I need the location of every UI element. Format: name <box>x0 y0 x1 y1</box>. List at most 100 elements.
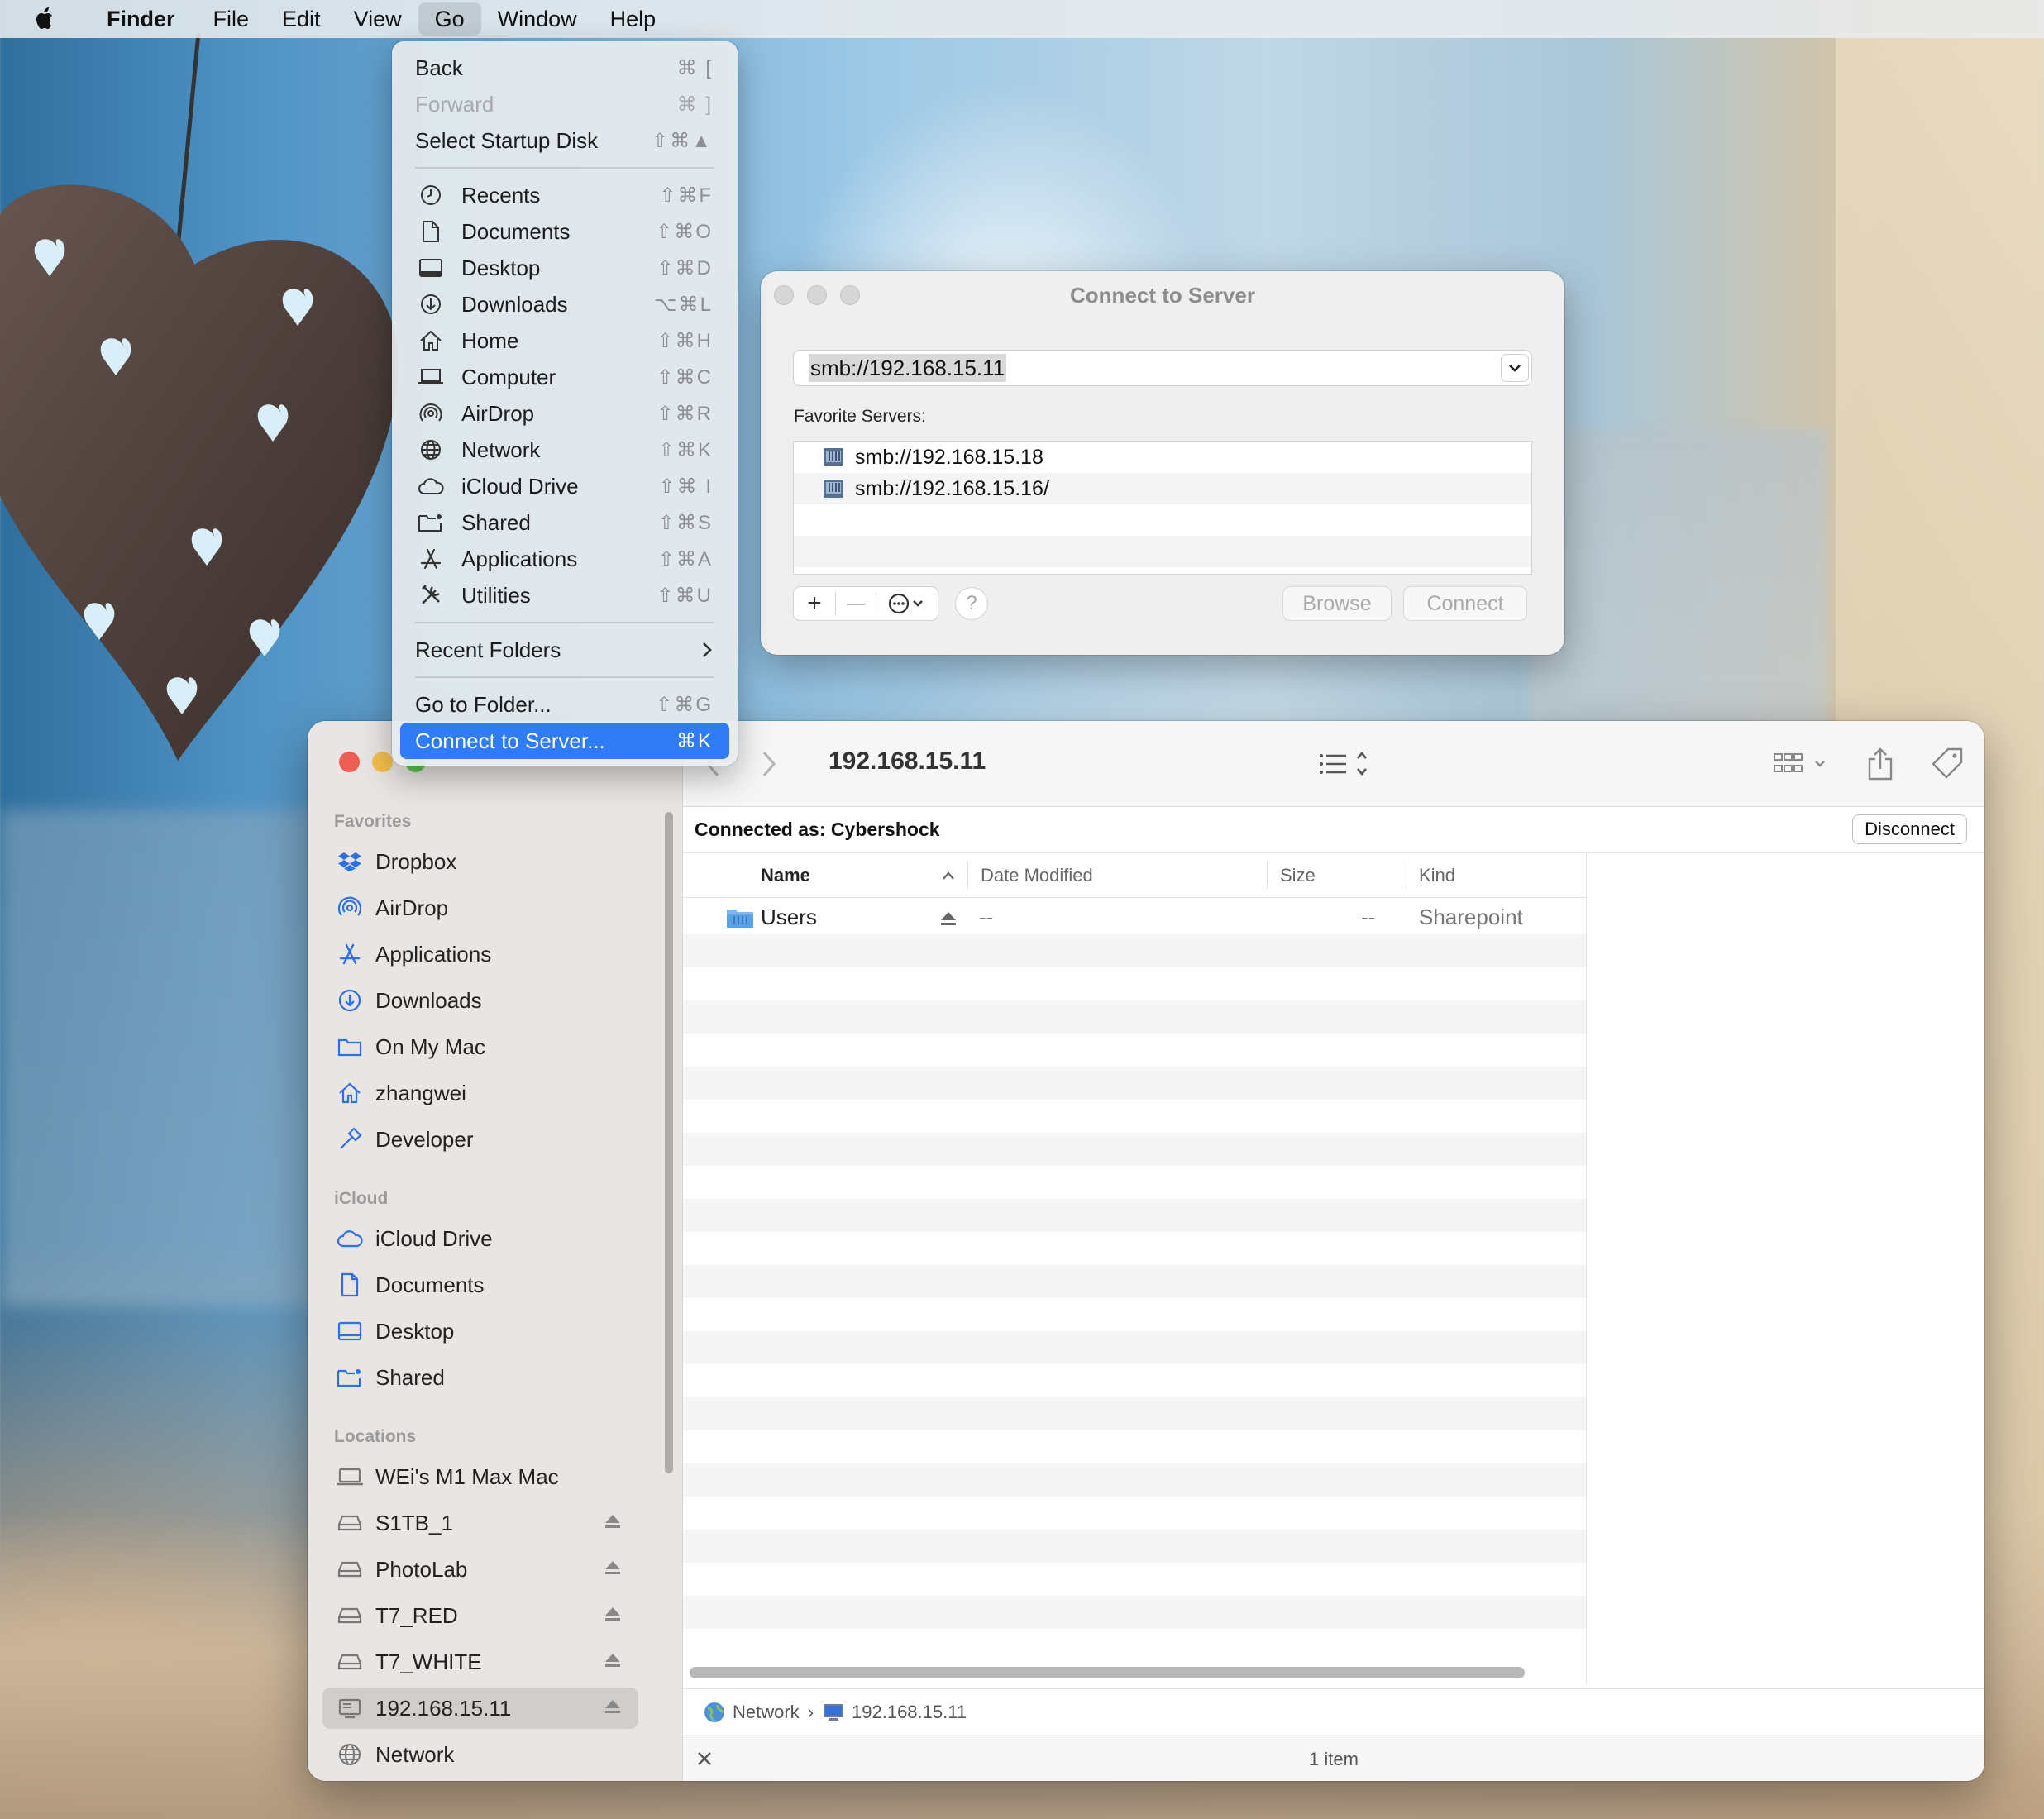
menu-item-home[interactable]: Home ⇧⌘H <box>392 322 738 359</box>
list-view-icon[interactable] <box>1318 746 1376 782</box>
server-address-value[interactable]: smb://192.168.15.11 <box>809 354 1007 382</box>
menu-item-utilities[interactable]: Utilities ⇧⌘U <box>392 577 738 613</box>
sidebar-item-dropbox[interactable]: Dropbox <box>322 841 638 882</box>
sidebar-item-label: Applications <box>375 941 492 967</box>
menu-item-applications[interactable]: Applications ⇧⌘A <box>392 541 738 577</box>
horizontal-scrollbar[interactable] <box>690 1667 1525 1678</box>
eject-icon[interactable] <box>604 1697 622 1716</box>
menu-file[interactable]: File <box>197 0 266 38</box>
sidebar-item-this-mac[interactable]: WEi's M1 Max Mac <box>322 1456 638 1497</box>
sidebar-item-server[interactable]: 192.168.15.11 <box>322 1688 638 1729</box>
menu-go[interactable]: Go <box>418 2 481 36</box>
menu-item-airdrop[interactable]: AirDrop ⇧⌘R <box>392 395 738 432</box>
menu-item-icloud-drive[interactable]: iCloud Drive ⇧⌘ I <box>392 468 738 504</box>
menu-item-label: Network <box>461 437 541 462</box>
table-row[interactable]: Users -- -- Sharepoint <box>683 901 1586 934</box>
sidebar-item-zhangwei[interactable]: zhangwei <box>322 1072 638 1114</box>
menu-item-select-startup-disk[interactable]: Select Startup Disk ⇧⌘▲ <box>392 122 738 159</box>
dialog-close-button[interactable] <box>774 285 794 305</box>
sidebar-item-label: PhotoLab <box>375 1556 468 1582</box>
sidebar-item-icloud-shared[interactable]: Shared <box>322 1357 638 1398</box>
eject-icon[interactable] <box>604 1605 622 1623</box>
desktop-icon <box>336 1317 364 1345</box>
column-size[interactable]: Size <box>1280 865 1316 886</box>
eject-icon[interactable] <box>939 910 958 928</box>
sidebar-item-s1tb[interactable]: S1TB_1 <box>322 1502 638 1544</box>
help-button[interactable]: ? <box>956 588 987 619</box>
sidebar-item-t7-red[interactable]: T7_RED <box>322 1595 638 1636</box>
eject-icon[interactable] <box>604 1651 622 1669</box>
dialog-minimize-button[interactable] <box>807 285 827 305</box>
browse-button[interactable]: Browse <box>1283 587 1391 620</box>
connect-button[interactable]: Connect <box>1404 587 1526 620</box>
remove-favorite-button[interactable]: — <box>836 587 876 620</box>
sidebar-item-icloud-drive[interactable]: iCloud Drive <box>322 1218 638 1259</box>
favorite-server-item[interactable]: smb://192.168.15.18 <box>794 442 1531 473</box>
dialog-zoom-button[interactable] <box>840 285 860 305</box>
sidebar-item-on-my-mac[interactable]: On My Mac <box>322 1026 638 1067</box>
sidebar-item-network[interactable]: Network <box>322 1734 638 1775</box>
sidebar-item-t7-white[interactable]: T7_WHITE <box>322 1641 638 1683</box>
menu-item-connect-to-server[interactable]: Connect to Server... ⌘K <box>400 723 729 759</box>
row-stripe <box>683 934 1586 967</box>
menu-item-label: AirDrop <box>461 400 535 426</box>
disconnect-button[interactable]: Disconnect <box>1853 815 1966 843</box>
sidebar-item-applications[interactable]: Applications <box>322 933 638 975</box>
menu-item-computer[interactable]: Computer ⇧⌘C <box>392 359 738 395</box>
path-network[interactable]: Network <box>733 1702 800 1723</box>
server-address-field[interactable]: smb://192.168.15.11 <box>794 351 1531 385</box>
ellipsis-circle-icon <box>888 593 923 614</box>
add-favorite-button[interactable]: + <box>794 587 835 620</box>
menu-view[interactable]: View <box>337 0 418 38</box>
favorites-action-menu[interactable] <box>876 587 936 620</box>
tag-icon[interactable] <box>1930 746 1965 782</box>
row-stripe <box>683 1067 1586 1100</box>
menu-item-recents[interactable]: Recents ⇧⌘F <box>392 177 738 213</box>
menu-item-shared[interactable]: Shared ⇧⌘S <box>392 504 738 541</box>
menu-item-go-to-folder[interactable]: Go to Folder... ⇧⌘G <box>392 686 738 723</box>
applications-icon <box>336 940 364 968</box>
menu-item-desktop[interactable]: Desktop ⇧⌘D <box>392 250 738 286</box>
column-kind[interactable]: Kind <box>1419 865 1455 886</box>
sidebar-item-photolab[interactable]: PhotoLab <box>322 1549 638 1590</box>
window-close-button[interactable] <box>339 752 360 772</box>
menu-help[interactable]: Help <box>594 0 673 38</box>
menu-item-shortcut: ⌘ [ <box>676 56 713 79</box>
share-icon[interactable] <box>1865 746 1895 782</box>
column-name[interactable]: Name <box>761 865 810 886</box>
menu-item-documents[interactable]: Documents ⇧⌘O <box>392 213 738 250</box>
forward-chevron-icon[interactable] <box>759 746 779 782</box>
menu-item-label: Utilities <box>461 582 531 608</box>
sidebar-item-label: iCloud Drive <box>375 1225 493 1251</box>
menu-item-recent-folders[interactable]: Recent Folders <box>392 632 738 668</box>
dropbox-icon <box>336 847 364 876</box>
sidebar-item-icloud-desktop[interactable]: Desktop <box>322 1311 638 1352</box>
menu-window[interactable]: Window <box>481 0 594 38</box>
sidebar-item-downloads[interactable]: Downloads <box>322 980 638 1021</box>
sidebar-section-icloud: iCloud <box>334 1189 389 1208</box>
menu-edit[interactable]: Edit <box>265 0 337 38</box>
menu-item-back[interactable]: Back ⌘ [ <box>392 50 738 86</box>
column-date-modified[interactable]: Date Modified <box>981 865 1093 886</box>
download-icon <box>417 292 445 317</box>
sidebar-item-icloud-documents[interactable]: Documents <box>322 1264 638 1306</box>
external-drive-icon <box>336 1555 364 1583</box>
group-icon[interactable] <box>1773 746 1834 782</box>
sidebar-item-developer[interactable]: Developer <box>322 1119 638 1160</box>
path-server[interactable]: 192.168.15.11 <box>852 1702 967 1723</box>
menu-finder[interactable]: Finder <box>90 0 192 38</box>
window-minimize-button[interactable] <box>372 752 393 772</box>
menu-item-downloads[interactable]: Downloads ⌥⌘L <box>392 286 738 322</box>
eject-icon[interactable] <box>604 1559 622 1577</box>
sidebar-scrollbar[interactable] <box>665 812 673 1473</box>
favorite-servers-list: smb://192.168.15.18 smb://192.168.15.16/ <box>794 442 1531 574</box>
menu-item-network[interactable]: Network ⇧⌘K <box>392 432 738 468</box>
background-building-left <box>0 810 314 1306</box>
eject-icon[interactable] <box>604 1512 622 1530</box>
apple-logo-icon[interactable] <box>31 5 59 33</box>
recent-servers-dropdown[interactable] <box>1502 355 1528 381</box>
menu-item-label: Back <box>415 55 463 80</box>
favorite-server-item[interactable]: smb://192.168.15.16/ <box>794 473 1531 504</box>
menu-item-forward[interactable]: Forward ⌘ ] <box>392 86 738 122</box>
sidebar-item-airdrop[interactable]: AirDrop <box>322 887 638 929</box>
